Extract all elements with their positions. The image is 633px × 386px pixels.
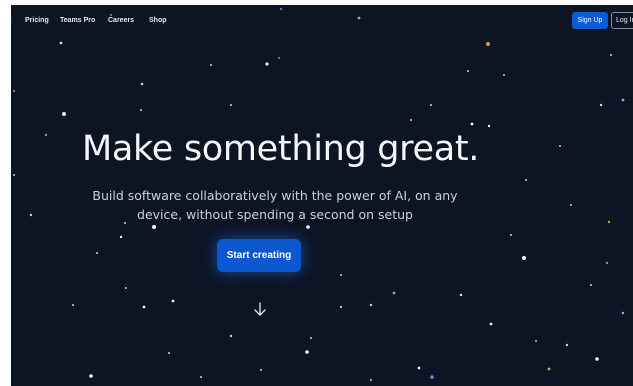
start-creating-button[interactable]: Start creating — [217, 239, 301, 272]
landing-page: t Pricing Teams Pro Careers Shop Sign Up… — [11, 5, 633, 386]
hero-subline-line-1: Build software collaboratively with the … — [92, 188, 458, 203]
arrow-down-icon[interactable] — [253, 301, 267, 317]
nav-link-teams-pro[interactable]: Teams Pro — [60, 17, 95, 24]
log-in-button[interactable]: Log In — [611, 12, 633, 29]
hero-subline-line-2: device, without spending a second on set… — [137, 207, 413, 222]
nav-link-shop[interactable]: Shop — [149, 17, 167, 24]
top-navigation: t Pricing Teams Pro Careers Shop Sign Up… — [11, 5, 633, 37]
nav-link-pricing[interactable]: Pricing — [25, 17, 49, 24]
hero-subline: Build software collaboratively with the … — [83, 186, 467, 224]
sign-up-button[interactable]: Sign Up — [572, 12, 608, 29]
nav-link-careers[interactable]: Careers — [108, 17, 134, 24]
hero-headline: Make something great. — [82, 129, 480, 169]
